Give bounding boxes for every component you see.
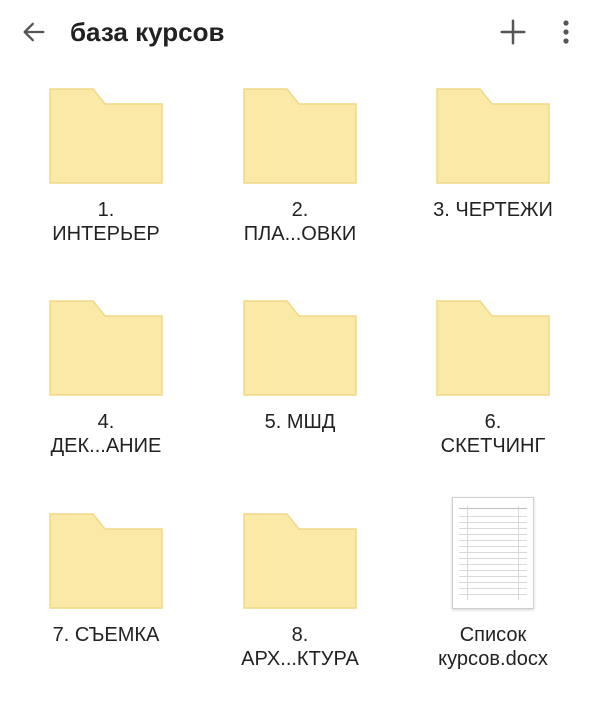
folder-item[interactable]: 5. МШД	[210, 300, 390, 490]
files-grid: 1. ИНТЕРЬЕР 2. ПЛА...ОВКИ 3. ЧЕРТЕЖИ 4. …	[0, 0, 600, 721]
folder-thumbnail	[46, 300, 166, 396]
folder-icon	[49, 513, 163, 609]
folder-thumbnail	[433, 88, 553, 184]
folder-item[interactable]: 7. СЪЕМКА	[16, 513, 196, 703]
folder-icon	[243, 300, 357, 396]
document-thumbnail	[433, 497, 553, 609]
folder-thumbnail	[46, 88, 166, 184]
folder-icon	[436, 88, 550, 184]
folder-icon	[436, 300, 550, 396]
folder-icon	[49, 88, 163, 184]
folder-thumbnail	[240, 88, 360, 184]
item-name: 3. ЧЕРТЕЖИ	[433, 199, 553, 221]
folder-item[interactable]: 1. ИНТЕРЬЕР	[16, 88, 196, 278]
folder-item[interactable]: 6. СКЕТЧИНГ	[403, 300, 583, 490]
item-name: Список курсов.docx	[438, 624, 548, 670]
folder-item[interactable]: 2. ПЛА...ОВКИ	[210, 88, 390, 278]
item-name: 1. ИНТЕРЬЕР	[52, 199, 160, 245]
item-name: 2. ПЛА...ОВКИ	[243, 199, 357, 245]
folder-thumbnail	[240, 300, 360, 396]
document-preview-icon	[452, 497, 534, 609]
folder-item[interactable]: 8. АРХ...КТУРА	[210, 513, 390, 703]
folder-item[interactable]: 4. ДЕК...АНИЕ	[16, 300, 196, 490]
folder-thumbnail	[433, 300, 553, 396]
folder-thumbnail	[240, 513, 360, 609]
item-name: 6. СКЕТЧИНГ	[440, 411, 546, 457]
folder-icon	[243, 513, 357, 609]
item-name: 8. АРХ...КТУРА	[241, 624, 359, 670]
item-name: 7. СЪЕМКА	[52, 624, 160, 646]
folder-icon	[243, 88, 357, 184]
item-name: 5. МШД	[264, 411, 336, 433]
folder-item[interactable]: 3. ЧЕРТЕЖИ	[403, 88, 583, 278]
document-item[interactable]: Список курсов.docx	[403, 497, 583, 703]
folder-icon	[49, 300, 163, 396]
item-name: 4. ДЕК...АНИЕ	[50, 411, 162, 457]
folder-thumbnail	[46, 513, 166, 609]
